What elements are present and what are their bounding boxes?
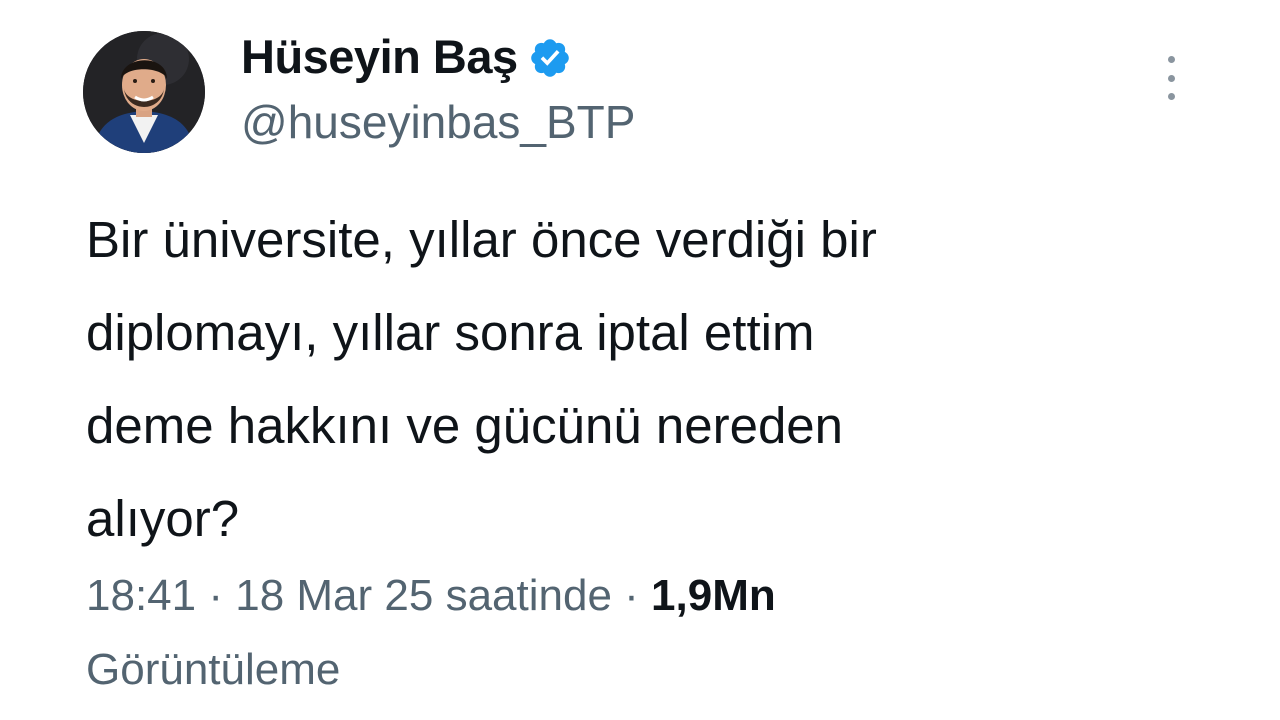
display-name[interactable]: Hüseyin Baş	[241, 27, 518, 87]
tweet-meta: 18:41 · 18 Mar 25 saatinde · 1,9Mn	[86, 560, 776, 632]
avatar[interactable]	[83, 31, 205, 153]
more-vertical-icon[interactable]	[1156, 56, 1186, 100]
views-count: 1,9Mn	[651, 571, 776, 620]
verified-badge-icon	[528, 36, 572, 80]
views-label: Görüntüleme	[86, 645, 341, 694]
tweet: Hüseyin Baş @huseyinbas_BTP Bir üniversi…	[0, 0, 1280, 720]
tweet-date[interactable]: 18 Mar 25 saatinde	[235, 571, 612, 620]
tweet-text: Bir üniversite, yıllar önce verdiği bir …	[86, 211, 877, 547]
author-row: Hüseyin Baş	[241, 27, 572, 87]
meta-separator: ·	[624, 571, 639, 620]
tweet-time[interactable]: 18:41	[86, 571, 196, 620]
avatar-image	[83, 31, 205, 153]
author-handle[interactable]: @huseyinbas_BTP	[241, 94, 635, 150]
meta-separator: ·	[208, 571, 223, 620]
